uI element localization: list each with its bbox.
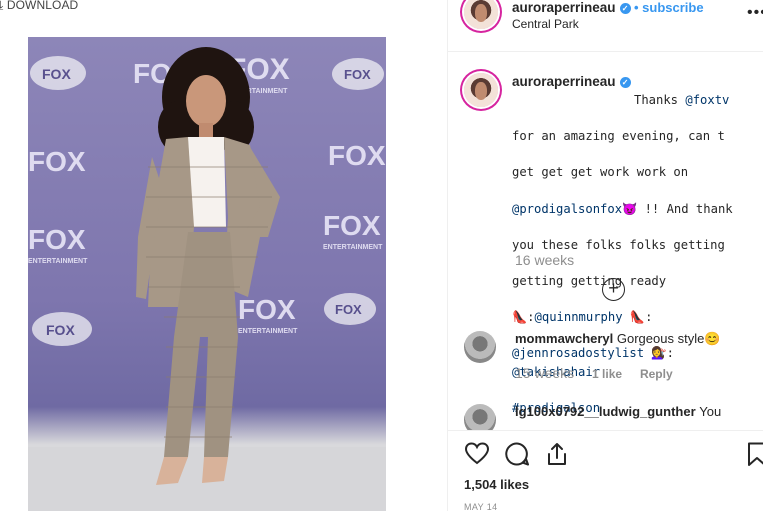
post-side-panel: auroraperrineau ✓ • subscribe Central Par… [447,0,763,511]
svg-text:FOX: FOX [238,294,296,325]
commenter-avatar[interactable] [464,331,496,363]
author-username-text: auroraperrineau [512,0,616,15]
post-photo[interactable]: FOX FOX FOX ENTERTAINMENT FOX FOX FOX FO… [28,37,386,511]
comment-meta: 15 weeks 1 like Reply [515,365,673,381]
mention-link[interactable]: @quinnmurphy [535,310,623,324]
share-icon[interactable] [544,441,570,467]
svg-text:ENTERTAINMENT: ENTERTAINMENT [28,258,88,265]
caption-line: getting getting ready [512,274,667,289]
svg-text:FOX: FOX [344,67,371,82]
comment-reply-button[interactable]: Reply [640,367,673,381]
post-actions-bar: 1,504 likes MAY 14 [448,430,763,511]
subscribe-button[interactable]: • subscribe [634,0,704,15]
verified-badge-icon: ✓ [619,77,631,88]
heart-icon[interactable] [464,441,490,467]
comment-text: You [699,404,722,419]
caption-line: 👠:@quinnmurphy 👠: [512,310,653,325]
media-column: ⤓ DOWNLOAD FOX FOX FOX ENTERTAINMENT FOX… [0,0,447,511]
caption-timestamp: 16 weeks [515,252,575,268]
comment-username[interactable]: lg100x0792__ludwig_gunther You [515,404,721,419]
svg-text:FOX: FOX [28,146,86,177]
download-icon: ⤓ [0,0,4,12]
mention-link[interactable]: @jennrosadostylist [512,346,644,360]
caption-line: @prodigalsonfox😈 !! And thank [512,201,733,216]
comment-username[interactable]: mommawcheryl Gorgeous style😊 [515,331,721,347]
comment-likes[interactable]: 1 like [592,367,622,381]
svg-text:ENTERTAINMENT: ENTERTAINMENT [238,328,298,335]
author-avatar[interactable] [464,0,498,29]
caption-line: Thanks @foxtv [634,93,730,108]
bookmark-icon[interactable] [744,441,763,467]
caption-username-text: auroraperrineau [512,74,616,89]
verified-badge-icon: ✓ [619,3,631,14]
mention-link[interactable]: @foxtv [685,93,729,107]
likes-count[interactable]: 1,504 likes [464,477,529,492]
location-link[interactable]: Central Park [512,17,579,31]
more-options-icon[interactable]: ••• [747,4,763,22]
comment-timestamp: 15 weeks [515,365,575,381]
comment-icon[interactable] [504,441,530,467]
svg-text:FOX: FOX [335,302,362,317]
download-link[interactable]: ⤓ DOWNLOAD [0,0,78,13]
post-header: auroraperrineau ✓ • subscribe Central Par… [448,0,763,52]
svg-text:FOX: FOX [328,140,386,171]
caption-line: get get get work work on [512,165,689,180]
instagram-post-screen: ⤓ DOWNLOAD FOX FOX FOX ENTERTAINMENT FOX… [0,0,763,511]
svg-text:FOX: FOX [46,322,75,338]
post-date: MAY 14 [464,502,498,511]
download-label: DOWNLOAD [6,0,79,12]
svg-text:ENTERTAINMENT: ENTERTAINMENT [323,244,383,251]
svg-text:FOX: FOX [323,210,381,241]
mention-link[interactable]: @prodigalsonfox [512,202,622,216]
svg-text:FOX: FOX [28,224,86,255]
load-more-comments-icon[interactable]: + [602,278,625,301]
caption-author-avatar[interactable] [464,73,498,107]
author-username[interactable]: auroraperrineau ✓ [512,0,631,15]
svg-text:FOX: FOX [42,66,71,82]
comment-text: Gorgeous style😊 [616,331,721,346]
photo-illustration: FOX FOX FOX ENTERTAINMENT FOX FOX FOX FO… [28,47,386,511]
caption-line: for an amazing evening, can t [512,129,725,144]
